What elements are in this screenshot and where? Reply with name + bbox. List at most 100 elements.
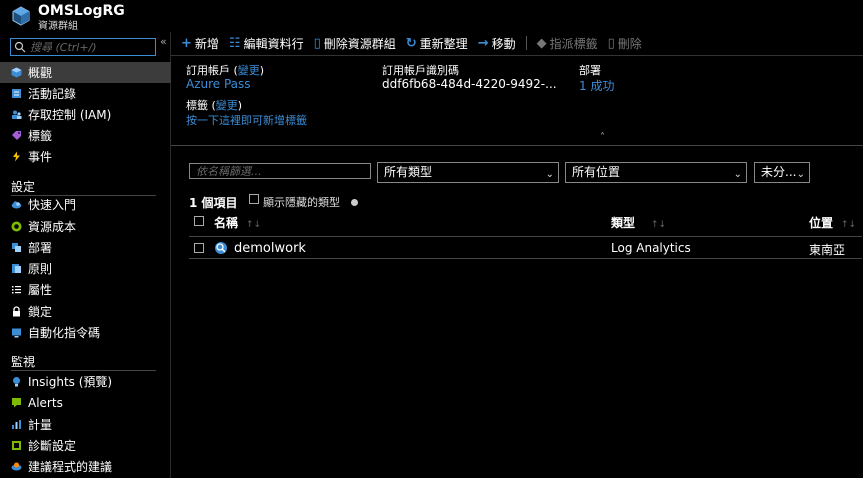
- plus-icon: +: [181, 35, 192, 51]
- group-filter-dropdown[interactable]: 未分... ⌄: [754, 162, 810, 183]
- subscription-label-suffix: ): [259, 64, 265, 77]
- section-header-monitoring: 監視: [11, 355, 36, 369]
- column-name-label: 名稱: [214, 216, 239, 230]
- columns-icon: ☷: [228, 35, 241, 51]
- sidebar-item-label: Insights (預覽): [28, 375, 113, 389]
- header: OMSLogRG 資源群組: [0, 0, 863, 32]
- location-filter-value: 所有位置: [572, 165, 621, 179]
- sidebar-item-deployments[interactable]: 部署: [0, 237, 171, 258]
- resource-group-cube-icon: [12, 6, 30, 26]
- resource-type: Log Analytics: [611, 241, 691, 255]
- page-subtitle: 資源群組: [38, 21, 78, 32]
- refresh-label: 重新整理: [419, 36, 468, 51]
- move-label: 移動: [491, 36, 516, 51]
- group-filter-value: 未分...: [761, 165, 797, 179]
- diagnostics-icon: [12, 441, 21, 450]
- sidebar-item-overview[interactable]: 概觀: [0, 62, 171, 83]
- column-header-type[interactable]: 類型 ↑↓: [611, 214, 666, 231]
- activity-log-icon: [12, 89, 21, 98]
- collapse-essentials-button[interactable]: ˄: [600, 132, 605, 143]
- automation-script-icon: [12, 328, 21, 338]
- sidebar: « 概觀 活動記錄 存取控制 (IAM) 標籤 事件 設定 快速入門 資源成本 …: [0, 32, 171, 478]
- sidebar-item-properties[interactable]: 屬性: [0, 279, 171, 300]
- subscription-id-label: 訂用帳戶識別碼: [382, 64, 459, 77]
- refresh-button[interactable]: ↻ 重新整理: [406, 35, 468, 52]
- essentials-divider: [171, 145, 863, 146]
- cost-circle-icon: [11, 221, 22, 232]
- subscription-value-link[interactable]: Azure Pass: [186, 77, 251, 91]
- sidebar-item-iam[interactable]: 存取控制 (IAM): [0, 104, 171, 125]
- sidebar-item-events[interactable]: 事件: [0, 146, 171, 167]
- sidebar-item-locks[interactable]: 鎖定: [0, 301, 171, 322]
- log-analytics-icon: [215, 242, 227, 254]
- properties-list-icon: [12, 286, 21, 294]
- trash-icon: ▯: [313, 35, 321, 51]
- header-divider: [189, 236, 862, 237]
- subscription-change-link[interactable]: 變更: [238, 64, 260, 77]
- column-header-location[interactable]: 位置 ↑↓: [809, 214, 856, 231]
- add-button[interactable]: + 新增: [181, 35, 219, 52]
- trash-icon: ▯: [607, 35, 615, 51]
- filter-name-input[interactable]: [190, 164, 370, 179]
- metrics-chart-icon: [12, 420, 21, 429]
- sidebar-item-label: 活動記錄: [28, 87, 77, 101]
- chevron-down-icon: ⌄: [796, 169, 805, 180]
- select-all-checkbox[interactable]: [194, 216, 204, 226]
- sidebar-item-label: 原則: [28, 262, 53, 276]
- toolbar-separator: [525, 36, 527, 50]
- edit-columns-button[interactable]: ☷ 編輯資料行: [229, 35, 304, 52]
- sidebar-item-label: 概觀: [28, 66, 53, 80]
- sidebar-item-diagnostics[interactable]: 診斷設定: [0, 435, 171, 456]
- delete-resource-group-button[interactable]: ▯ 刪除資源群組: [314, 35, 396, 52]
- show-hidden-types-label: 顯示隱藏的類型: [263, 196, 340, 209]
- sidebar-item-label: 自動化指令碼: [28, 326, 101, 340]
- sidebar-item-label: 建議程式的建議: [28, 460, 113, 474]
- sidebar-item-activity-log[interactable]: 活動記錄: [0, 83, 171, 104]
- delete-button[interactable]: ▯ 刪除: [608, 35, 642, 52]
- sidebar-search[interactable]: [10, 38, 156, 56]
- sort-icon: ↑↓: [841, 220, 857, 230]
- sidebar-item-label: 鎖定: [28, 305, 53, 319]
- subscription-id-value: ddf6fb68-484d-4220-9492-...: [382, 77, 557, 91]
- row-checkbox[interactable]: [194, 243, 204, 253]
- add-tags-link[interactable]: 按一下這裡即可新增標籤: [186, 112, 307, 128]
- sidebar-item-quickstart[interactable]: 快速入門: [0, 194, 171, 215]
- sidebar-item-automation-script[interactable]: 自動化指令碼: [0, 322, 171, 343]
- search-input[interactable]: [30, 39, 154, 55]
- add-label: 新增: [194, 36, 219, 51]
- sidebar-item-alerts[interactable]: Alerts: [0, 392, 171, 413]
- sidebar-item-cost[interactable]: 資源成本: [0, 216, 171, 237]
- location-filter-dropdown[interactable]: 所有位置 ⌄: [565, 162, 747, 183]
- item-count: 1 個項目: [189, 196, 238, 210]
- collapse-sidebar-button[interactable]: «: [160, 35, 167, 48]
- type-filter-dropdown[interactable]: 所有類型 ⌄: [377, 162, 559, 183]
- sidebar-item-label: 診斷設定: [28, 439, 77, 453]
- sidebar-item-policies[interactable]: 原則: [0, 258, 171, 279]
- sidebar-item-advisor[interactable]: 建議程式的建議: [0, 456, 171, 477]
- alerts-bell-icon: [12, 398, 21, 408]
- arrow-right-icon: →: [477, 35, 489, 51]
- show-hidden-types-checkbox[interactable]: [249, 194, 259, 204]
- column-header-name[interactable]: 名稱 ↑↓: [214, 214, 261, 231]
- filter-by-name[interactable]: [189, 163, 371, 179]
- lightning-icon: [13, 151, 20, 162]
- delete-group-label: 刪除資源群組: [323, 36, 396, 51]
- deployments-label: 部署: [579, 64, 601, 77]
- sidebar-item-tags[interactable]: 標籤: [0, 125, 171, 146]
- sidebar-item-label: 事件: [28, 150, 53, 164]
- resource-name-link[interactable]: demolwork: [234, 241, 306, 256]
- move-button[interactable]: → 移動: [478, 35, 516, 52]
- info-icon[interactable]: [351, 199, 358, 206]
- sidebar-item-metrics[interactable]: 計量: [0, 414, 171, 435]
- chevron-down-icon: ⌄: [545, 169, 554, 180]
- tags-change-link[interactable]: 變更: [216, 99, 238, 112]
- sidebar-item-label: 計量: [28, 418, 53, 432]
- deployments-value-link[interactable]: 1 成功: [579, 77, 614, 94]
- sidebar-item-insights[interactable]: Insights (預覽): [0, 371, 171, 392]
- sidebar-item-label: 部署: [28, 241, 53, 255]
- assign-tags-button[interactable]: ◆ 指派標籤: [537, 35, 598, 52]
- edit-columns-label: 編輯資料行: [243, 36, 304, 51]
- subscription-label: 訂用帳戶 (變更): [186, 62, 264, 78]
- tag-icon: [12, 131, 21, 140]
- column-type-label: 類型: [611, 216, 636, 230]
